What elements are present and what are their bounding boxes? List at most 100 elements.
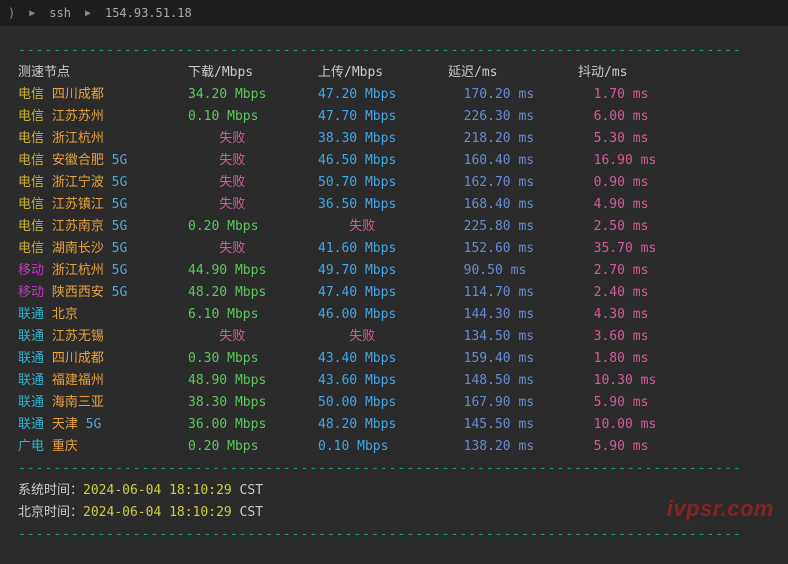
node-cell: 电信 江苏南京 5G xyxy=(18,216,188,238)
latency-cell: 218.20 ms xyxy=(448,128,578,150)
network-5g-label: 5G xyxy=(78,417,101,432)
jitter-cell: 5.30 ms xyxy=(578,128,688,150)
jitter-cell: 16.90 ms xyxy=(578,150,688,172)
download-cell: 38.30 Mbps xyxy=(188,392,318,414)
upload-cell: 失败 xyxy=(318,216,448,238)
node-cell: 联通 天津 5G xyxy=(18,414,188,436)
latency-cell: 170.20 ms xyxy=(448,84,578,106)
isp-label: 广电 xyxy=(18,439,44,454)
jitter-cell: 35.70 ms xyxy=(578,238,688,260)
download-cell: 0.20 Mbps xyxy=(188,436,318,458)
jitter-cell: 10.30 ms xyxy=(578,370,688,392)
download-cell: 48.90 Mbps xyxy=(188,370,318,392)
titlebar-ssh: ssh xyxy=(49,6,71,20)
jitter-cell: 0.90 ms xyxy=(578,172,688,194)
network-5g-label: 5G xyxy=(104,153,127,168)
system-time-value: 2024-06-04 18:10:29 xyxy=(83,483,232,498)
divider-line: ----------------------------------------… xyxy=(18,40,770,62)
latency-cell: 226.30 ms xyxy=(448,106,578,128)
network-5g-label: 5G xyxy=(104,241,127,256)
latency-cell: 144.30 ms xyxy=(448,304,578,326)
download-cell: 44.90 Mbps xyxy=(188,260,318,282)
node-cell: 联通 江苏无锡 xyxy=(18,326,188,348)
latency-cell: 159.40 ms xyxy=(448,348,578,370)
table-row: 电信 四川成都34.20 Mbps47.20 Mbps 170.20 ms 1.… xyxy=(18,84,770,106)
location-label: 浙江宁波 xyxy=(44,175,104,190)
location-label: 四川成都 xyxy=(44,87,104,102)
table-row: 电信 江苏苏州0.10 Mbps47.70 Mbps 226.30 ms 6.0… xyxy=(18,106,770,128)
header-node: 测速节点 xyxy=(18,62,188,84)
node-cell: 电信 浙江宁波 5G xyxy=(18,172,188,194)
latency-cell: 225.80 ms xyxy=(448,216,578,238)
beijing-time-value: 2024-06-04 18:10:29 xyxy=(83,505,232,520)
jitter-cell: 1.70 ms xyxy=(578,84,688,106)
terminal-output: ----------------------------------------… xyxy=(0,26,788,560)
titlebar-paren: ) xyxy=(8,6,15,20)
upload-cell: 47.70 Mbps xyxy=(318,106,448,128)
divider-line: ----------------------------------------… xyxy=(18,458,770,480)
node-cell: 联通 海南三亚 xyxy=(18,392,188,414)
system-time-label: 系统时间： xyxy=(18,483,83,498)
table-header: 测速节点 下载/Mbps 上传/Mbps 延迟/ms 抖动/ms xyxy=(18,62,770,84)
upload-cell: 47.20 Mbps xyxy=(318,84,448,106)
table-row: 电信 浙江宁波 5G 失败50.70 Mbps 162.70 ms 0.90 m… xyxy=(18,172,770,194)
jitter-cell: 1.80 ms xyxy=(578,348,688,370)
node-cell: 电信 浙江杭州 xyxy=(18,128,188,150)
location-label: 陕西西安 xyxy=(44,285,104,300)
download-cell: 失败 xyxy=(188,194,318,216)
arrow-icon: ▶ xyxy=(85,8,91,19)
latency-cell: 134.50 ms xyxy=(448,326,578,348)
jitter-cell: 2.70 ms xyxy=(578,260,688,282)
location-label: 福建福州 xyxy=(44,373,104,388)
upload-cell: 43.60 Mbps xyxy=(318,370,448,392)
jitter-cell: 4.90 ms xyxy=(578,194,688,216)
download-cell: 48.20 Mbps xyxy=(188,282,318,304)
latency-cell: 114.70 ms xyxy=(448,282,578,304)
download-cell: 36.00 Mbps xyxy=(188,414,318,436)
latency-cell: 138.20 ms xyxy=(448,436,578,458)
header-upload: 上传/Mbps xyxy=(318,62,448,84)
network-5g-label: 5G xyxy=(104,197,127,212)
latency-cell: 162.70 ms xyxy=(448,172,578,194)
upload-cell: 46.00 Mbps xyxy=(318,304,448,326)
upload-cell: 46.50 Mbps xyxy=(318,150,448,172)
system-time-row: 系统时间：2024-06-04 18:10:29 CST xyxy=(18,480,770,502)
latency-cell: 160.40 ms xyxy=(448,150,578,172)
divider-line: ----------------------------------------… xyxy=(18,524,770,546)
download-cell: 0.20 Mbps xyxy=(188,216,318,238)
latency-cell: 152.60 ms xyxy=(448,238,578,260)
upload-cell: 0.10 Mbps xyxy=(318,436,448,458)
isp-label: 联通 xyxy=(18,417,44,432)
isp-label: 电信 xyxy=(18,197,44,212)
download-cell: 0.30 Mbps xyxy=(188,348,318,370)
node-cell: 电信 湖南长沙 5G xyxy=(18,238,188,260)
upload-cell: 失败 xyxy=(318,326,448,348)
upload-cell: 43.40 Mbps xyxy=(318,348,448,370)
node-cell: 联通 北京 xyxy=(18,304,188,326)
beijing-time-tz: CST xyxy=(232,505,263,520)
table-row: 电信 江苏南京 5G0.20 Mbps 失败 225.80 ms 2.50 ms xyxy=(18,216,770,238)
jitter-cell: 3.60 ms xyxy=(578,326,688,348)
table-row: 电信 湖南长沙 5G 失败41.60 Mbps 152.60 ms 35.70 … xyxy=(18,238,770,260)
location-label: 江苏南京 xyxy=(44,219,104,234)
node-cell: 联通 四川成都 xyxy=(18,348,188,370)
beijing-time-row: 北京时间：2024-06-04 18:10:29 CST xyxy=(18,502,770,524)
watermark: ivpsr.com xyxy=(667,496,774,522)
table-row: 电信 浙江杭州 失败38.30 Mbps 218.20 ms 5.30 ms xyxy=(18,128,770,150)
jitter-cell: 10.00 ms xyxy=(578,414,688,436)
location-label: 重庆 xyxy=(44,439,78,454)
titlebar: ) ▶ ssh ▶ 154.93.51.18 xyxy=(0,0,788,26)
arrow-icon: ▶ xyxy=(29,8,35,19)
download-cell: 失败 xyxy=(188,326,318,348)
header-latency: 延迟/ms xyxy=(448,62,578,84)
node-cell: 电信 四川成都 xyxy=(18,84,188,106)
node-cell: 电信 安徽合肥 5G xyxy=(18,150,188,172)
location-label: 海南三亚 xyxy=(44,395,104,410)
network-5g-label: 5G xyxy=(104,263,127,278)
latency-cell: 145.50 ms xyxy=(448,414,578,436)
location-label: 浙江杭州 xyxy=(44,263,104,278)
node-cell: 联通 福建福州 xyxy=(18,370,188,392)
table-row: 联通 福建福州48.90 Mbps43.60 Mbps 148.50 ms 10… xyxy=(18,370,770,392)
upload-cell: 48.20 Mbps xyxy=(318,414,448,436)
table-row: 广电 重庆0.20 Mbps0.10 Mbps 138.20 ms 5.90 m… xyxy=(18,436,770,458)
